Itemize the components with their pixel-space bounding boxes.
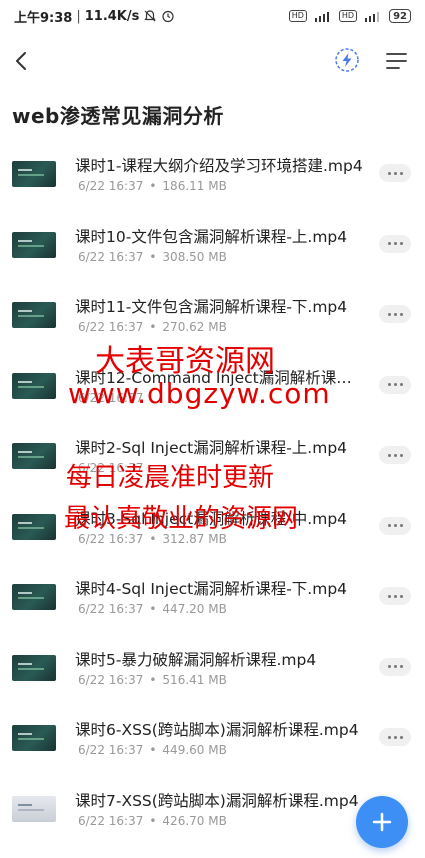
file-name: 课时3-Sql Inject漏洞解析课程-中.mp4 [75,509,348,528]
file-date: 6/22 16:37 [78,602,144,616]
file-size: 186.11 MB [162,179,227,193]
file-date: 6/22 16:37 [78,813,144,828]
hd-icon: HD [288,10,307,22]
page-title: web渗透常见漏洞分析 [12,104,224,128]
video-thumbnail [12,584,56,610]
video-thumbnail [12,795,56,822]
add-button[interactable] [356,796,408,848]
status-bar: 上午9:38 | 11.4K/s HD HD 92 [0,0,425,32]
file-date: 6/22 16:37 [78,320,144,334]
more-options-button[interactable] [379,446,411,464]
file-name: 课时4-Sql Inject漏洞解析课程-下.mp4 [75,580,348,598]
status-time: 上午9:38 [14,10,73,26]
file-name: 课时6-XSS(跨站脚本)漏洞解析课程.mp4 [75,721,359,739]
file-name: 课时11-文件包含漏洞解析课程-下.mp4 [75,298,348,316]
file-name: 课时10-文件包含漏洞解析课程-上.mp4 [75,227,348,246]
file-item[interactable]: 课时10-文件包含漏洞解析课程-上.mp4 6/22 16:37 • 308.50 … [0,211,425,282]
file-meta: 6/22 16:37 • 447.20 MB [78,602,227,616]
file-meta: 6/22 16:37 • 270.62 MB [78,320,227,334]
video-thumbnail [12,443,56,469]
file-date: 6/22 16:37 [78,672,144,687]
alarm-icon [162,10,174,23]
chevron-left-icon [16,52,26,70]
file-size: 308.50 MB [162,249,227,264]
back-button[interactable] [6,46,36,76]
more-options-button[interactable] [379,587,411,605]
file-size: 312.87 MB [162,531,227,546]
more-options-button[interactable] [379,305,411,323]
more-options-button[interactable] [379,657,411,676]
file-meta: 6/22 16:37 • 449.60 MB [78,743,227,757]
file-meta: 6/22 16:37 • 308.50 MB [78,249,227,264]
menu-icon [386,53,407,69]
video-thumbnail [12,725,56,751]
video-thumbnail [12,654,56,681]
file-size: 516.41 MB [162,672,227,687]
file-list: 课时1-课程大纲介绍及学习环境搭建.mp4 6/22 16:37 • 186.11 … [0,140,425,845]
file-size: 270.62 MB [162,320,227,334]
video-thumbnail [12,372,56,399]
more-options-button[interactable] [379,516,411,535]
file-item[interactable]: 课时4-Sql Inject漏洞解析课程-下.mp4 6/22 16:37 • 44… [0,563,425,634]
more-options-button[interactable] [379,728,411,746]
file-size: 426.70 MB [162,813,227,828]
file-name: 课时1-课程大纲介绍及学习环境搭建.mp4 [75,157,363,175]
more-options-button[interactable] [379,375,411,394]
file-item[interactable]: 课时12-Command Inject漏洞解析课程.mp4 6/22 16:37 [0,352,425,423]
flash-button[interactable] [332,45,362,75]
menu-button[interactable] [382,46,412,76]
video-thumbnail [12,231,56,258]
mute-icon [144,10,156,22]
app-header [0,40,425,80]
file-item[interactable]: 课时1-课程大纲介绍及学习环境搭建.mp4 6/22 16:37 • 186.11 … [0,140,425,211]
file-item[interactable]: 课时11-文件包含漏洞解析课程-下.mp4 6/22 16:37 • 270.62 … [0,281,425,352]
file-meta: 6/22 16:37 • 516.41 MB [78,672,227,687]
file-name: 课时12-Command Inject漏洞解析课程.mp4 [75,368,367,387]
file-date: 6/22 16:37 [78,461,144,475]
plus-icon [372,812,392,832]
network-speed: 11.4K/s [84,8,140,24]
signal-4g-icon [314,12,329,22]
file-item[interactable]: 课时6-XSS(跨站脚本)漏洞解析课程.mp4 6/22 16:37 • 449.6… [0,704,425,775]
file-date: 6/22 16:37 [78,390,144,405]
file-item[interactable]: 课时5-暴力破解漏洞解析课程.mp4 6/22 16:37 • 516.41 MB [0,634,425,705]
battery-icon: 92 [389,9,411,23]
video-thumbnail [12,302,56,328]
file-size: 449.60 MB [162,743,227,757]
more-options-button[interactable] [379,164,411,182]
file-size: 447.20 MB [162,602,227,616]
file-meta: 6/22 16:37 [78,391,143,405]
file-meta: 6/22 16:37 • 186.11 MB [78,179,227,193]
file-name: 课时7-XSS(跨站脚本)漏洞解析课程.mp4 [75,791,359,810]
file-meta: 6/22 16:37 • 426.70 MB [78,813,227,828]
file-date: 6/22 16:37 [78,531,144,546]
hd-icon: HD [338,10,358,22]
file-item[interactable]: 课时3-Sql Inject漏洞解析课程-中.mp4 6/22 16:37 • 31… [0,493,425,564]
file-date: 6/22 16:37 [78,249,144,264]
battery-level: 92 [393,10,407,22]
file-name: 课时2-Sql Inject漏洞解析课程-上.mp4 [75,439,348,457]
file-meta: 6/22 16:37 [78,461,143,475]
video-thumbnail [12,161,56,187]
flash-icon [335,48,359,72]
signal-4g-icon [365,12,380,22]
file-meta: 6/22 16:37 • 312.87 MB [78,531,227,546]
more-options-button[interactable] [379,234,411,253]
file-name: 课时5-暴力破解漏洞解析课程.mp4 [75,650,317,669]
video-thumbnail [12,513,56,540]
file-date: 6/22 16:37 [78,743,144,757]
file-date: 6/22 16:37 [78,179,144,193]
file-item[interactable]: 课时2-Sql Inject漏洞解析课程-上.mp4 6/22 16:37 [0,422,425,493]
